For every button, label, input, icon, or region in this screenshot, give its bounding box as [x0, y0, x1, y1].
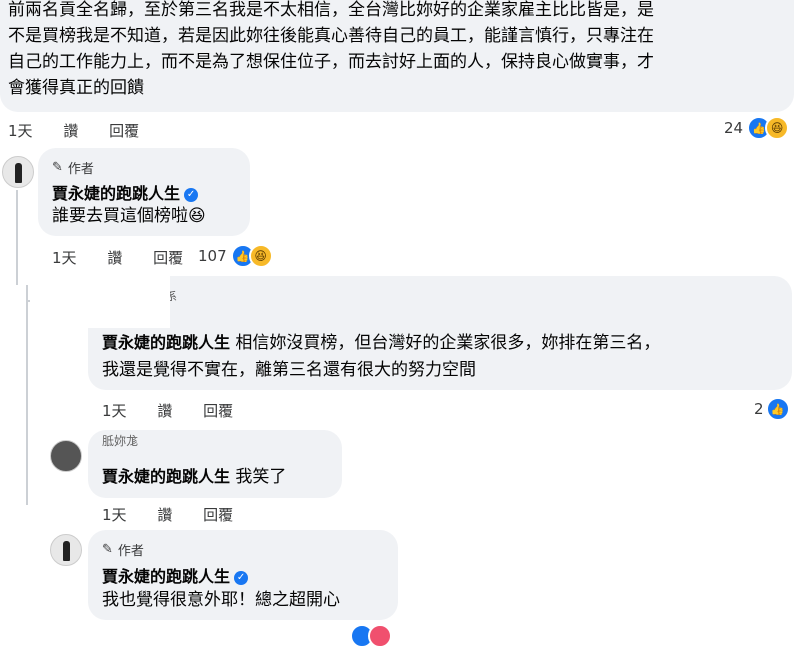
reply-actions: 1天 讚 回覆	[102, 400, 259, 421]
reply-bubble: ✎ 作者 賈永婕的跑跳人生 ✓ 我也覺得很意外耶！總之超開心	[88, 530, 398, 620]
pencil-icon: ✎	[102, 542, 113, 557]
reply-text-line: 賈永婕的跑跳人生 我笑了	[102, 464, 286, 490]
comment-time[interactable]: 1天	[8, 122, 33, 140]
haha-reaction-icon: 😆	[765, 116, 790, 140]
reaction-count: 24	[724, 119, 744, 137]
author-badge: ✎ 作者	[102, 540, 144, 559]
author-badge: ✎ 作者	[52, 158, 94, 177]
reply-bubble: 系 賈永婕的跑跳人生 相信妳沒買榜，但台灣好的企業家很多，妳排在第三名， 我還是…	[88, 276, 792, 390]
reaction-summary[interactable]	[350, 624, 392, 648]
comment-text-line: 前兩名貢全名歸，至於第三名我是不太相信，全台灣比妳好的企業家雇主比比皆是，是	[8, 0, 654, 20]
reply-bubble: 胝妳尨 賈永婕的跑跳人生 我笑了	[88, 430, 342, 498]
reply-text: 誰要去買這個榜啦😆	[52, 206, 206, 226]
reply-text: 我笑了	[235, 467, 287, 487]
reaction-summary[interactable]: 24 👍 😆	[724, 116, 790, 140]
reply-time[interactable]: 1天	[52, 249, 77, 267]
comment-actions: 1天 讚 回覆	[8, 120, 165, 141]
reaction-count: 2	[754, 400, 764, 418]
avatar[interactable]	[2, 156, 34, 188]
angry-reaction-icon	[368, 624, 392, 648]
like-reaction-icon: 👍	[765, 397, 790, 421]
haha-reaction-icon: 😆	[248, 244, 273, 268]
mentioned-name[interactable]: 賈永婕的跑跳人生	[102, 333, 230, 352]
reply-text: 相信妳沒買榜，但台灣好的企業家很多，妳排在第三名，	[235, 333, 661, 353]
thread-line	[16, 190, 18, 285]
reaction-count: 107	[198, 247, 227, 265]
obscuring-patch	[30, 276, 170, 328]
reply-time[interactable]: 1天	[102, 506, 127, 524]
reply-button[interactable]: 回覆	[109, 122, 139, 140]
reply-button[interactable]: 回覆	[153, 249, 183, 267]
reply-text-line: 賈永婕的跑跳人生 相信妳沒買榜，但台灣好的企業家很多，妳排在第三名，	[102, 330, 660, 356]
author-badge-label: 作者	[117, 544, 144, 559]
verified-badge-icon: ✓	[234, 570, 249, 585]
pencil-icon: ✎	[52, 160, 63, 175]
like-button[interactable]: 讚	[63, 122, 78, 140]
commenter-name[interactable]: 賈永婕的跑跳人生	[102, 567, 230, 586]
like-button[interactable]: 讚	[107, 249, 122, 267]
reaction-summary[interactable]: 2 👍	[754, 397, 790, 421]
reply-actions: 1天 讚 回覆	[52, 247, 209, 268]
mentioned-name[interactable]: 賈永婕的跑跳人生	[102, 467, 230, 486]
avatar[interactable]	[50, 440, 82, 472]
reply-button[interactable]: 回覆	[203, 402, 233, 420]
obscured-name: 胝妳尨	[102, 434, 139, 448]
author-badge-label: 作者	[67, 162, 94, 177]
reaction-summary[interactable]: 107 👍 😆	[198, 244, 273, 268]
commenter-name[interactable]: 賈永婕的跑跳人生	[52, 184, 180, 203]
reply-text-line: 我還是覺得不實在，離第三名還有很大的努力空間	[102, 360, 476, 380]
comment-bubble: 前兩名貢全名歸，至於第三名我是不太相信，全台灣比妳好的企業家雇主比比皆是，是 不…	[0, 0, 794, 112]
reply-actions: 1天 讚 回覆	[102, 504, 259, 525]
comment-text-line: 不是買榜我是不知道，若是因此妳往後能真心善待自己的員工，能謹言慎行，只專注在	[8, 26, 654, 46]
reply-text: 我也覺得很意外耶！總之超開心	[102, 590, 340, 610]
like-button[interactable]: 讚	[157, 506, 172, 524]
comment-text-line: 會獲得真正的回饋	[8, 78, 144, 98]
reply-bubble: ✎ 作者 賈永婕的跑跳人生 ✓ 誰要去買這個榜啦😆	[38, 148, 250, 236]
avatar[interactable]	[50, 534, 82, 566]
comment-text-line: 自己的工作能力上，而不是為了想保住位子，而去討好上面的人，保持良心做實事，才	[8, 52, 654, 72]
reply-time[interactable]: 1天	[102, 402, 127, 420]
thread-line	[26, 285, 28, 505]
reply-button[interactable]: 回覆	[203, 506, 233, 524]
like-button[interactable]: 讚	[157, 402, 172, 420]
verified-badge-icon: ✓	[184, 187, 199, 202]
